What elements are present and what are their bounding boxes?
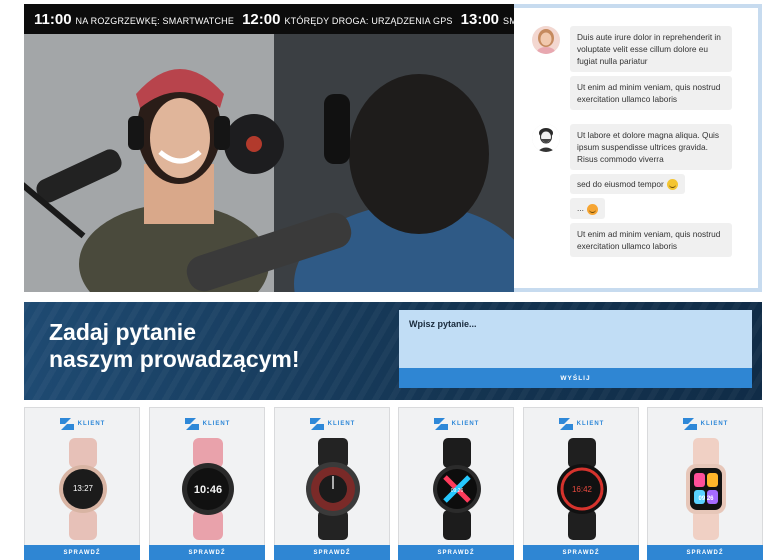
product-card[interactable]: KLIENT SPRAWDŹ [274,407,390,560]
podcast-scene-image [24,34,514,292]
brand-name: KLIENT [700,421,729,427]
klient-logo-icon [682,418,697,430]
chat-bubble: Duis aute irure dolor in reprehenderit i… [570,26,732,72]
smartwatch-image: 09 26 [686,438,726,540]
schedule-ticker: 11:00 NA ROZGRZEWKĘ: SMARTWATCHE 12:00 K… [24,4,514,34]
chat-bubble: sed do eiusmod tempor [570,174,685,195]
smartwatch-image: 10:46 [182,438,234,540]
brand-logo: KLIENT [25,417,139,431]
product-list: KLIENT 13:27 SPRAWDŹ KLIENT 10:46 SPRAWD… [24,407,764,560]
chat-bubble: ... [570,198,605,219]
ticker-label: NA ROZGRZEWKĘ: SMARTWATCHE [75,15,235,26]
brand-logo: KLIENT [399,417,513,431]
klient-logo-icon [558,418,573,430]
banner-title-line: Zadaj pytanie [49,319,196,345]
ask-question-banner: Zadaj pytanie naszym prowadzącym! WYŚLIJ [24,302,762,400]
chat-message-group: Ut labore et dolore magna aliqua. Quis i… [528,124,748,261]
smartwatch-image [306,438,360,540]
brand-logo: KLIENT [648,417,762,431]
brand-name: KLIENT [77,421,106,427]
product-card[interactable]: KLIENT 10:46 SPRAWDŹ [149,407,265,560]
live-stream-video[interactable]: 11:00 NA ROZGRZEWKĘ: SMARTWATCHE 12:00 K… [24,4,514,292]
avatar [532,26,560,54]
check-product-button[interactable]: SPRAWDŹ [274,545,390,560]
brand-logo: KLIENT [524,417,638,431]
brand-name: KLIENT [327,421,356,427]
chat-panel[interactable]: Duis aute irure dolor in reprehenderit i… [514,4,762,292]
avatar-man-icon [532,124,560,152]
product-card[interactable]: KLIENT 09:26 SPRAWDŹ [398,407,514,560]
klient-logo-icon [184,418,199,430]
check-product-button[interactable]: SPRAWDŹ [24,545,140,560]
chat-bubble: Ut enim ad minim veniam, quis nostrud ex… [570,222,732,257]
product-card[interactable]: KLIENT 13:27 SPRAWDŹ [24,407,140,560]
smartwatch-image: 09:26 [433,438,481,540]
check-product-button[interactable]: SPRAWDŹ [149,545,265,560]
ticker-time: 12:00 [242,10,281,28]
chat-message-group: Duis aute irure dolor in reprehenderit i… [528,26,748,114]
klient-logo-icon [59,418,74,430]
event-page: 11:00 NA ROZGRZEWKĘ: SMARTWATCHE 12:00 K… [0,0,774,560]
watch-screen-time: 16:42 [572,485,593,494]
brand-logo: KLIENT [150,417,264,431]
brand-name: KLIENT [451,421,480,427]
brand-name: KLIENT [576,421,605,427]
avatar-woman-icon [532,26,560,54]
smartwatch-image: 13:27 [59,438,107,540]
smile-emoji-icon [666,179,678,191]
heart-eyes-emoji-icon [586,203,598,215]
check-product-button[interactable]: SPRAWDŹ [647,545,763,560]
product-card[interactable]: KLIENT 16:42 SPRAWDŹ [523,407,639,560]
ticker-item: 12:00 KTÓRĘDY DROGA: URZĄDZENIA GPS [242,11,453,28]
smartwatch-image: 16:42 [557,438,607,540]
klient-logo-icon [309,418,324,430]
chat-bubble: Ut labore et dolore magna aliqua. Quis i… [570,124,732,170]
avatar [532,124,560,152]
banner-title-line: naszym prowadzącym! [49,346,300,372]
watch-screen-time: 09 26 [698,496,714,502]
send-button[interactable]: WYŚLIJ [399,368,752,388]
chat-bubble: Ut enim ad minim veniam, quis nostrud ex… [570,76,732,110]
ticker-time: 11:00 [34,10,72,28]
watch-screen-time: 13:27 [73,484,94,493]
ticker-time: 13:00 [460,10,500,28]
ticker-item: 13:00 SMART CAMPI [461,11,514,28]
watch-screen-time: 09:26 [451,488,464,494]
brand-logo: KLIENT [275,417,389,431]
chat-bubble-text: sed do eiusmod tempor [577,179,664,189]
question-input[interactable] [399,310,752,368]
brand-name: KLIENT [202,421,231,427]
klient-logo-icon [433,418,448,430]
ticker-item: 11:00 NA ROZGRZEWKĘ: SMARTWATCHE [34,11,234,28]
check-product-button[interactable]: SPRAWDŹ [398,545,514,560]
chat-bubble-text: ... [577,203,584,214]
ticker-label: KTÓRĘDY DROGA: URZĄDZENIA GPS [284,15,453,26]
watch-screen-time: 10:46 [194,484,222,496]
product-card[interactable]: KLIENT 09 26 SPRAWDŹ [647,407,763,560]
banner-title: Zadaj pytanie naszym prowadzącym! [49,319,300,373]
ticker-label: SMART CAMPI [503,15,514,26]
check-product-button[interactable]: SPRAWDŹ [523,545,639,560]
